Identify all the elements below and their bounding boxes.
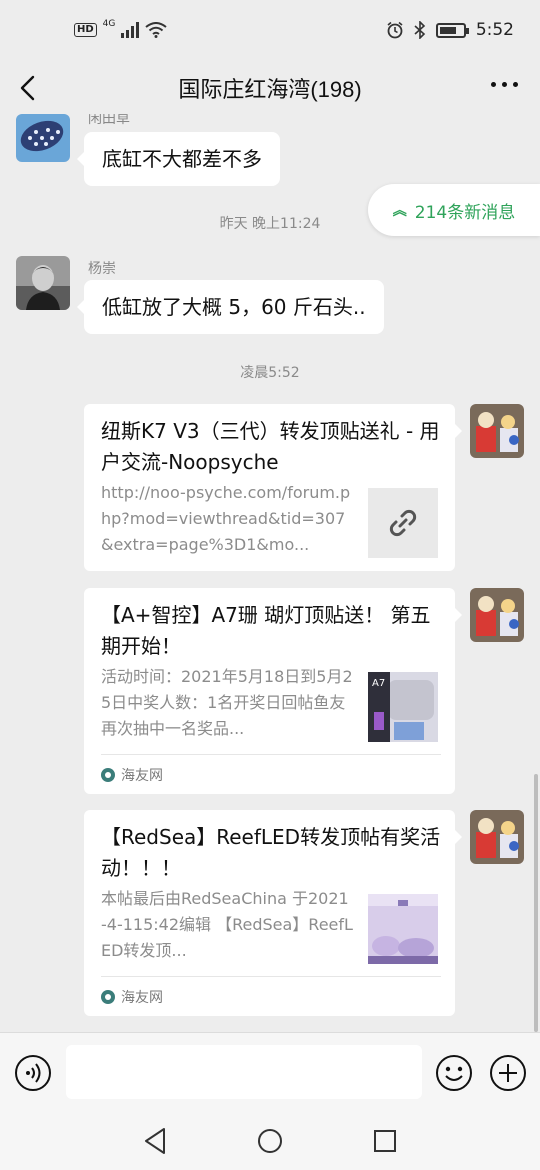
timestamp: 昨天 晚上11:24 <box>219 216 321 232</box>
avatar[interactable] <box>16 114 70 162</box>
signal-icon <box>121 22 140 38</box>
card-description: 活动时间：2021年5月18日到5月25日中奖人数：1名开奖日回帖鱼友再次抽中一… <box>101 667 353 738</box>
message-input[interactable] <box>66 1045 422 1099</box>
avatar[interactable] <box>16 256 70 310</box>
input-bar <box>0 1032 540 1114</box>
message-list[interactable]: 闲田草 底缸不大都差不多 ︽ 214条新消息 昨天 晚上11:24 杨崇 低缸放… <box>0 114 540 1032</box>
voice-icon[interactable] <box>14 1054 52 1092</box>
source-logo-icon <box>101 989 115 1004</box>
avatar[interactable] <box>470 588 524 642</box>
back-triangle-icon[interactable] <box>142 1126 168 1156</box>
share-card[interactable]: 【A+智控】A7珊 瑚灯顶贴送！ 第五期开始！ 活动时间：2021年5月18日到… <box>84 588 462 794</box>
card-description: 本帖最后由RedSeaChina 于2021-4-115:42编辑 【RedSe… <box>101 889 353 960</box>
source-name: 海友网 <box>121 767 163 784</box>
chat-title: 国际庄红海湾(198) <box>178 77 362 102</box>
system-navigation-bar <box>0 1114 540 1170</box>
message-bubble[interactable]: 底缸不大都差不多 <box>77 132 280 186</box>
alarm-icon <box>387 21 403 39</box>
plus-icon[interactable] <box>489 1054 527 1092</box>
timestamp: 凌晨5:52 <box>240 365 300 381</box>
battery-icon <box>435 22 469 38</box>
card-thumbnail: A7 <box>368 672 438 742</box>
more-options-icon[interactable] <box>491 82 518 87</box>
card-source: 海友网 <box>101 976 441 1016</box>
emoji-icon[interactable] <box>435 1054 473 1092</box>
link-icon <box>368 488 438 558</box>
bluetooth-icon <box>414 21 425 39</box>
card-title: 【A+智控】A7珊 瑚灯顶贴送！ 第五期开始！ <box>101 603 431 658</box>
wifi-icon <box>145 22 167 38</box>
status-bar: HD 4G 5:52 <box>0 0 540 62</box>
recents-square-icon[interactable] <box>372 1126 398 1156</box>
card-title: 纽斯K7 V3（三代）转发顶贴送礼 - 用户交流-Noopsyche <box>101 419 440 474</box>
hd-badge: HD <box>74 23 97 37</box>
message-bubble[interactable]: 低缸放了大概 5，60 斤石头.. <box>77 280 384 334</box>
card-description: http://noo-psyche.com/forum.php?mod=view… <box>101 483 351 554</box>
status-right: 5:52 <box>386 20 514 40</box>
network-type: 4G <box>102 19 116 29</box>
link-card[interactable]: 纽斯K7 V3（三代）转发顶贴送礼 - 用户交流-Noopsyche http:… <box>84 404 462 571</box>
home-circle-icon[interactable] <box>256 1126 284 1156</box>
card-thumbnail <box>368 894 438 964</box>
source-logo-icon <box>101 767 115 782</box>
sender-name: 闲田草 <box>88 114 130 127</box>
avatar[interactable] <box>470 810 524 864</box>
status-left: HD 4G <box>74 19 167 38</box>
scrollbar[interactable] <box>534 774 538 1032</box>
card-source: 海友网 <box>101 754 441 794</box>
svg-text:A7: A7 <box>372 678 385 689</box>
avatar[interactable] <box>470 404 524 458</box>
sender-name: 杨崇 <box>88 261 116 277</box>
status-time: 5:52 <box>475 20 514 40</box>
chat-header: 国际庄红海湾(198) <box>0 62 540 114</box>
source-name: 海友网 <box>121 989 163 1006</box>
share-card[interactable]: 【RedSea】ReefLED转发顶帖有奖活动！！！ 本帖最后由RedSeaCh… <box>84 810 462 1016</box>
card-title: 【RedSea】ReefLED转发顶帖有奖活动！！！ <box>101 825 441 880</box>
